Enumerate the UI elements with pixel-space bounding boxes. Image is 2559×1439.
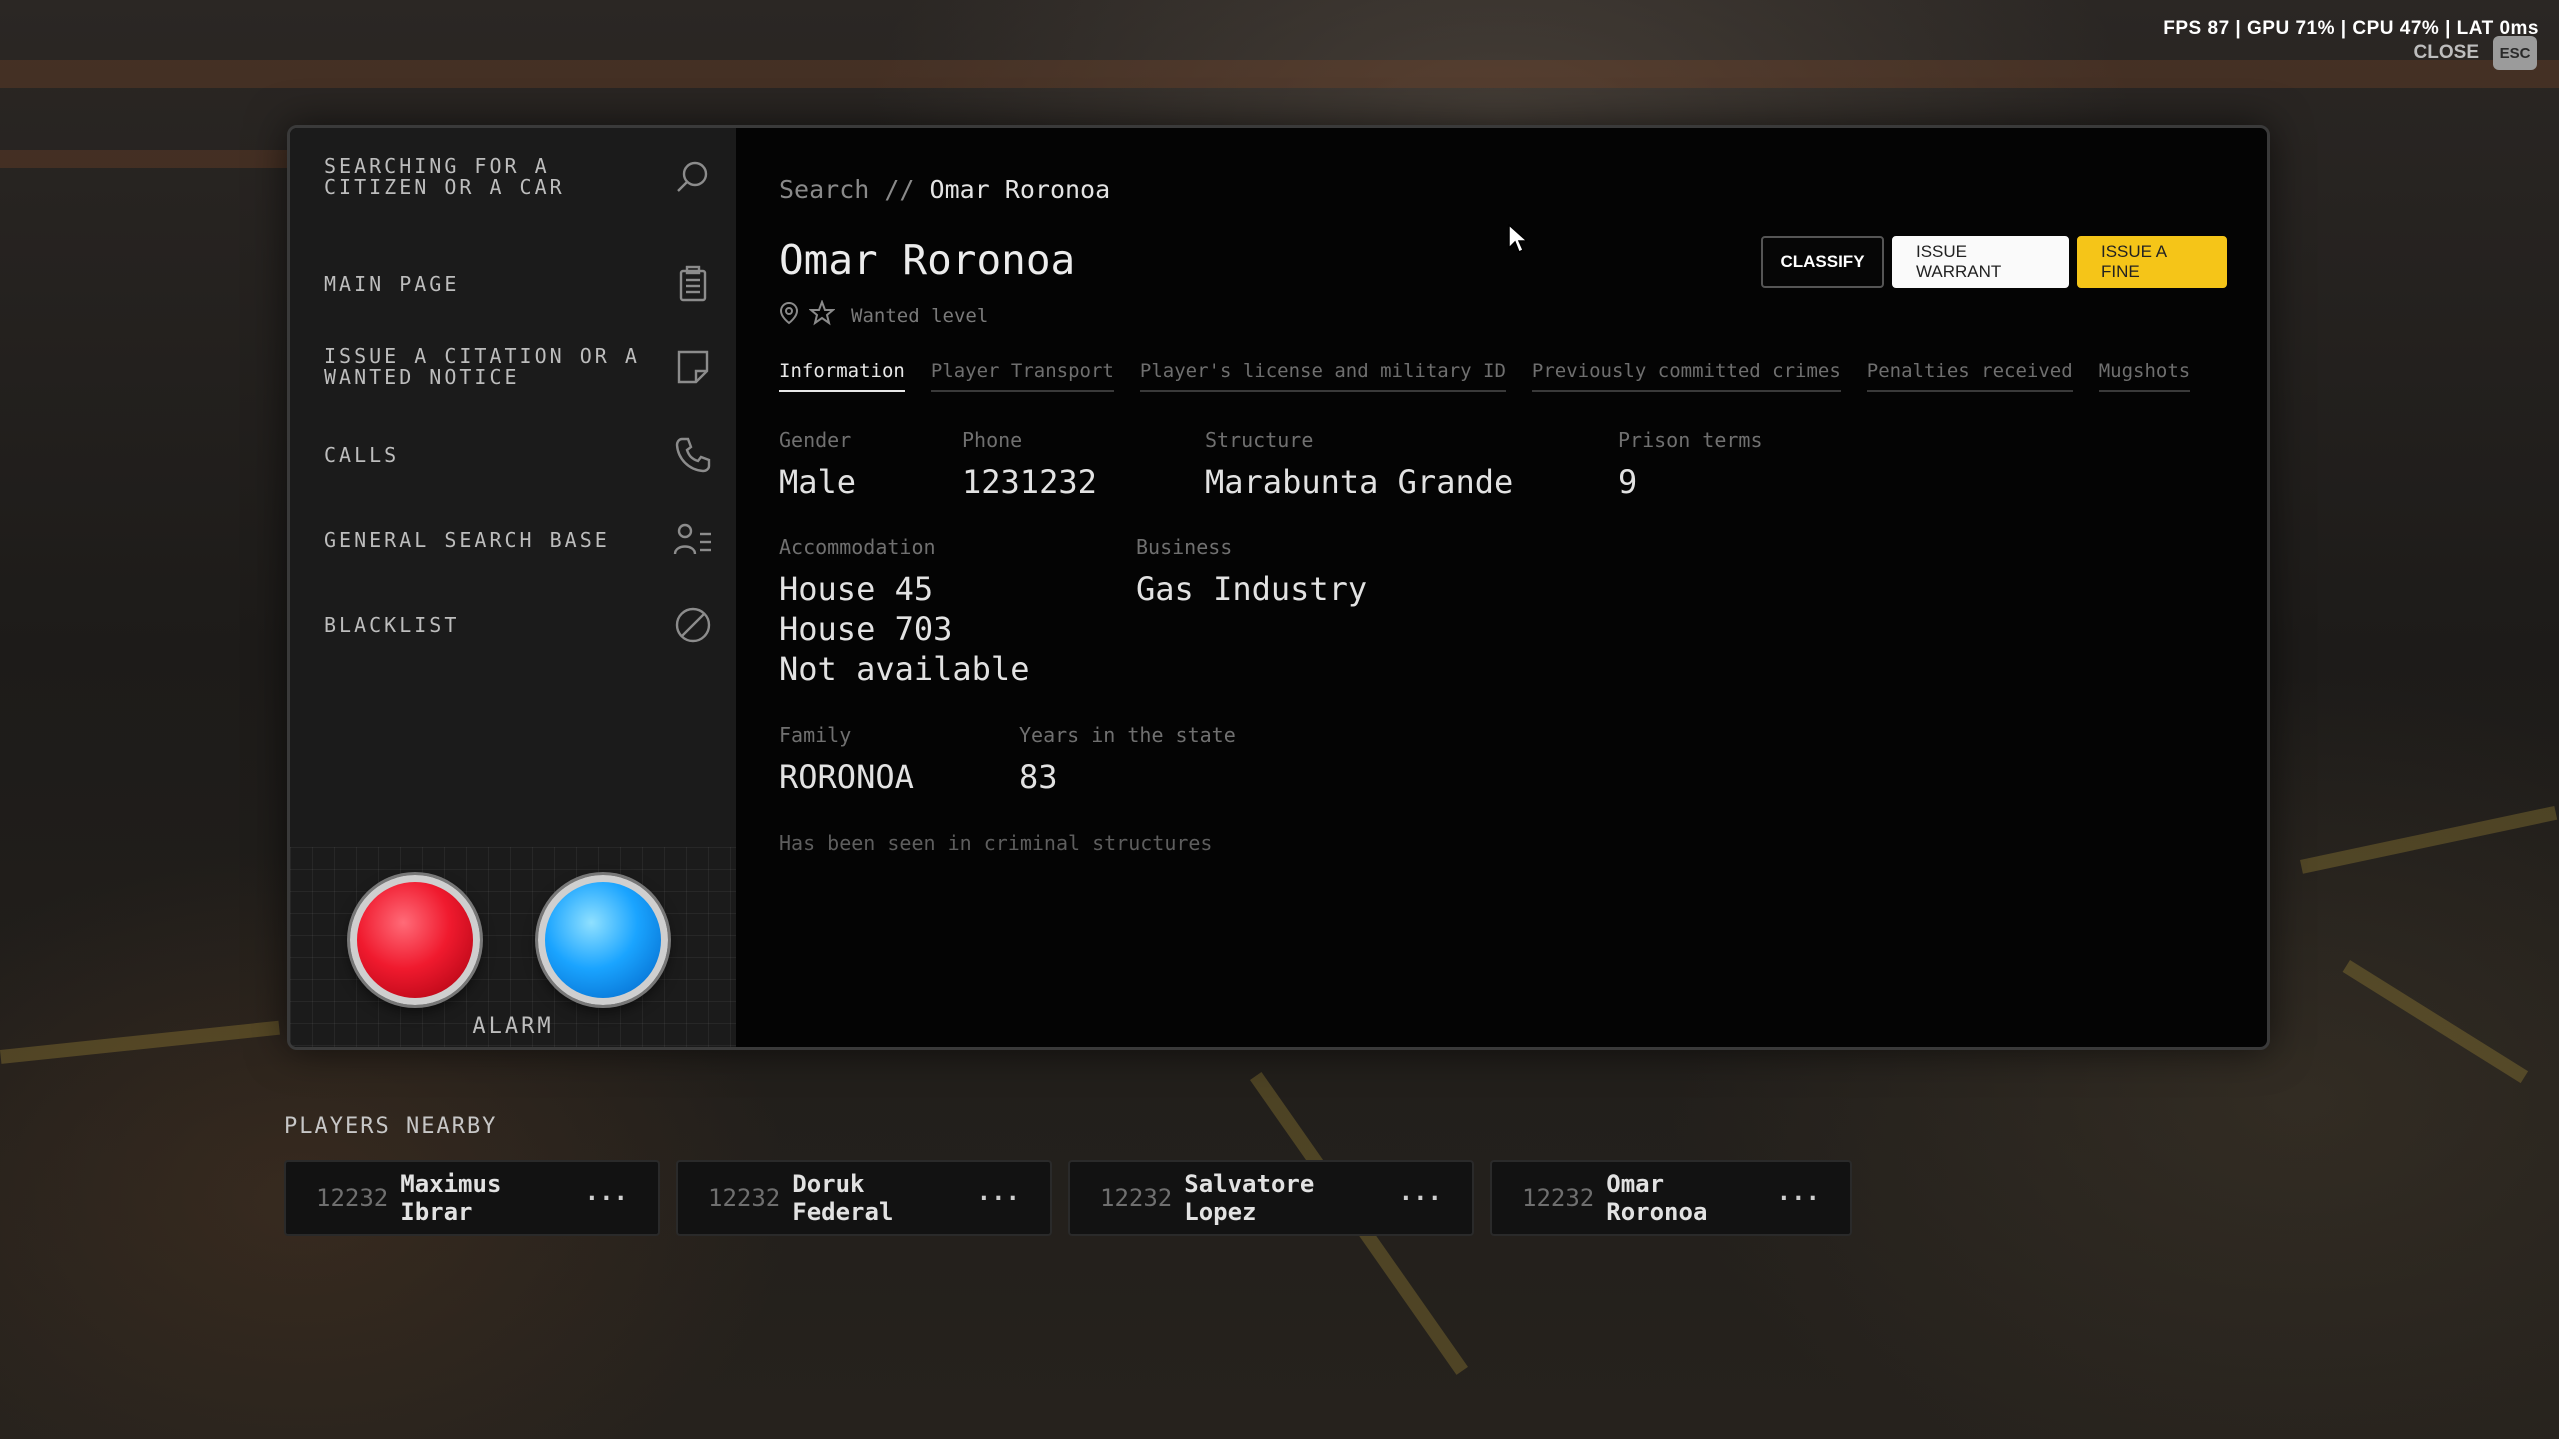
- field-value: RORONOA: [779, 758, 914, 796]
- classify-button[interactable]: CLASSIFY: [1761, 236, 1884, 288]
- tab-penalties[interactable]: Penalties received: [1866, 360, 2073, 392]
- sidebar-item-blacklist[interactable]: BLACKLIST: [324, 604, 714, 646]
- user-list-icon: [672, 519, 714, 561]
- issue-warrant-button[interactable]: ISSUE WARRANT: [1892, 236, 2069, 288]
- tab-bar: Information Player Transport Player's li…: [779, 360, 2191, 392]
- phone-icon: [672, 434, 714, 476]
- sidebar-item-label: GENERAL SEARCH BASE: [324, 527, 610, 552]
- wanted-level-label: Wanted level: [851, 304, 989, 327]
- field-accommodation: Accommodation House 45 House 703 Not ava…: [779, 535, 1029, 689]
- field-gender: Gender Male: [779, 428, 856, 502]
- field-value: Male: [779, 463, 857, 501]
- player-name: Omar Roronoa: [1606, 1170, 1708, 1226]
- esc-key-badge[interactable]: ESC: [2493, 36, 2537, 70]
- wanted-level: Wanted level: [779, 299, 989, 331]
- sidebar-item-label: CALLS: [324, 442, 400, 467]
- police-tablet: SEARCHING FOR A CITIZEN OR A CAR MAIN PA…: [287, 125, 2270, 1050]
- field-value: Marabunta Grande: [1205, 463, 1514, 501]
- sidebar-item-label: MAIN PAGE: [324, 271, 460, 296]
- field-business: Business Gas Industry: [1136, 535, 1367, 609]
- sidebar-item-label: ISSUE A CITATION OR A WANTED NOTICE: [324, 344, 640, 389]
- field-label: Structure: [1205, 428, 1314, 452]
- players-nearby-title: PLAYERS NEARBY: [284, 1114, 498, 1139]
- player-name: Doruk Federal: [792, 1170, 894, 1226]
- field-label: Years in the state: [1019, 723, 1236, 747]
- player-name: Salvatore Lopez: [1184, 1170, 1315, 1226]
- mouse-cursor-icon: [1508, 224, 1529, 254]
- issue-fine-button[interactable]: ISSUE A FINE: [2077, 236, 2227, 288]
- alarm-label: ALARM: [472, 1014, 554, 1039]
- field-family: Family RORONOA: [779, 723, 914, 797]
- field-value: 1231232: [962, 463, 1097, 501]
- road-marking: [2342, 960, 2529, 1084]
- close-control[interactable]: CLOSE ESC: [2414, 36, 2537, 70]
- tab-license-military-id[interactable]: Player's license and military ID: [1139, 360, 1506, 392]
- field-label: Prison terms: [1618, 428, 1763, 452]
- accommodation-item: Not available: [779, 650, 1030, 688]
- breadcrumb: Search // Omar Roronoa: [779, 175, 1110, 204]
- field-label: Accommodation: [779, 535, 936, 559]
- sidebar-item-calls[interactable]: CALLS: [324, 434, 714, 476]
- clipboard-icon: [672, 263, 714, 305]
- field-label: Gender: [779, 428, 852, 452]
- player-card[interactable]: 12232 Maximus Ibrar ···: [284, 1160, 660, 1236]
- tab-mugshots[interactable]: Mugshots: [2098, 360, 2191, 392]
- more-options-icon[interactable]: ···: [1399, 1184, 1442, 1212]
- page-title: Omar Roronoa: [779, 236, 1076, 284]
- sidebar-item-label: SEARCHING FOR A CITIZEN OR A CAR: [324, 154, 565, 199]
- field-structure: Structure Marabunta Grande: [1205, 428, 1513, 502]
- alarm-red-button[interactable]: [350, 875, 480, 1005]
- background-beam: [0, 60, 2559, 88]
- ban-icon: [672, 604, 714, 646]
- road-marking: [0, 1020, 280, 1064]
- field-label: Business: [1136, 535, 1233, 559]
- player-card[interactable]: 12232 Salvatore Lopez ···: [1068, 1160, 1474, 1236]
- tab-player-transport[interactable]: Player Transport: [930, 360, 1114, 392]
- note-icon: [672, 346, 714, 388]
- sidebar-item-citation[interactable]: ISSUE A CITATION OR A WANTED NOTICE: [324, 346, 714, 388]
- background-beam: [0, 150, 290, 168]
- tab-committed-crimes[interactable]: Previously committed crimes: [1531, 360, 1841, 392]
- field-prison-terms: Prison terms 9: [1618, 428, 1763, 502]
- sidebar-item-general-search[interactable]: GENERAL SEARCH BASE: [324, 519, 714, 561]
- player-id: 12232: [708, 1184, 781, 1212]
- breadcrumb-root[interactable]: Search //: [779, 175, 914, 204]
- player-card[interactable]: 12232 Doruk Federal ···: [676, 1160, 1052, 1236]
- breadcrumb-current: Omar Roronoa: [929, 175, 1111, 204]
- field-value: 83: [1019, 758, 1058, 796]
- player-id: 12232: [1100, 1184, 1173, 1212]
- main-panel: Search // Omar Roronoa Omar Roronoa Want…: [736, 128, 2267, 1047]
- sidebar-item-search[interactable]: SEARCHING FOR A CITIZEN OR A CAR: [324, 156, 714, 198]
- criminal-note: Has been seen in criminal structures: [779, 831, 1213, 855]
- alarm-panel: ALARM: [290, 847, 736, 1047]
- player-card[interactable]: 12232 Omar Roronoa ···: [1490, 1160, 1852, 1236]
- more-options-icon[interactable]: ···: [585, 1184, 628, 1212]
- road-marking: [2300, 805, 2558, 874]
- search-icon: [672, 156, 714, 198]
- sidebar-item-main-page[interactable]: MAIN PAGE: [324, 263, 714, 305]
- alarm-blue-button[interactable]: [538, 875, 668, 1005]
- accommodation-item: House 703: [779, 610, 953, 648]
- field-value: Gas Industry: [1136, 570, 1368, 608]
- field-label: Phone: [962, 428, 1023, 452]
- field-years-in-state: Years in the state 83: [1019, 723, 1236, 797]
- more-options-icon[interactable]: ···: [1777, 1184, 1820, 1212]
- action-buttons: CLASSIFY ISSUE WARRANT ISSUE A FINE: [1761, 236, 2227, 288]
- more-options-icon[interactable]: ···: [977, 1184, 1020, 1212]
- player-id: 12232: [316, 1184, 389, 1212]
- accommodation-item: House 45: [779, 570, 934, 608]
- sidebar-item-label: BLACKLIST: [324, 612, 460, 637]
- player-name: Maximus Ibrar: [400, 1170, 502, 1226]
- field-phone: Phone 1231232: [962, 428, 1097, 502]
- sidebar: SEARCHING FOR A CITIZEN OR A CAR MAIN PA…: [290, 128, 736, 1047]
- field-label: Family: [779, 723, 852, 747]
- field-value: 9: [1618, 463, 1638, 501]
- pin-icon: [779, 301, 799, 330]
- field-value: House 45 House 703 Not available: [779, 569, 1029, 689]
- tab-information[interactable]: Information: [779, 360, 905, 392]
- star-icon[interactable]: [808, 299, 836, 331]
- close-label: CLOSE: [2413, 42, 2479, 63]
- player-id: 12232: [1522, 1184, 1595, 1212]
